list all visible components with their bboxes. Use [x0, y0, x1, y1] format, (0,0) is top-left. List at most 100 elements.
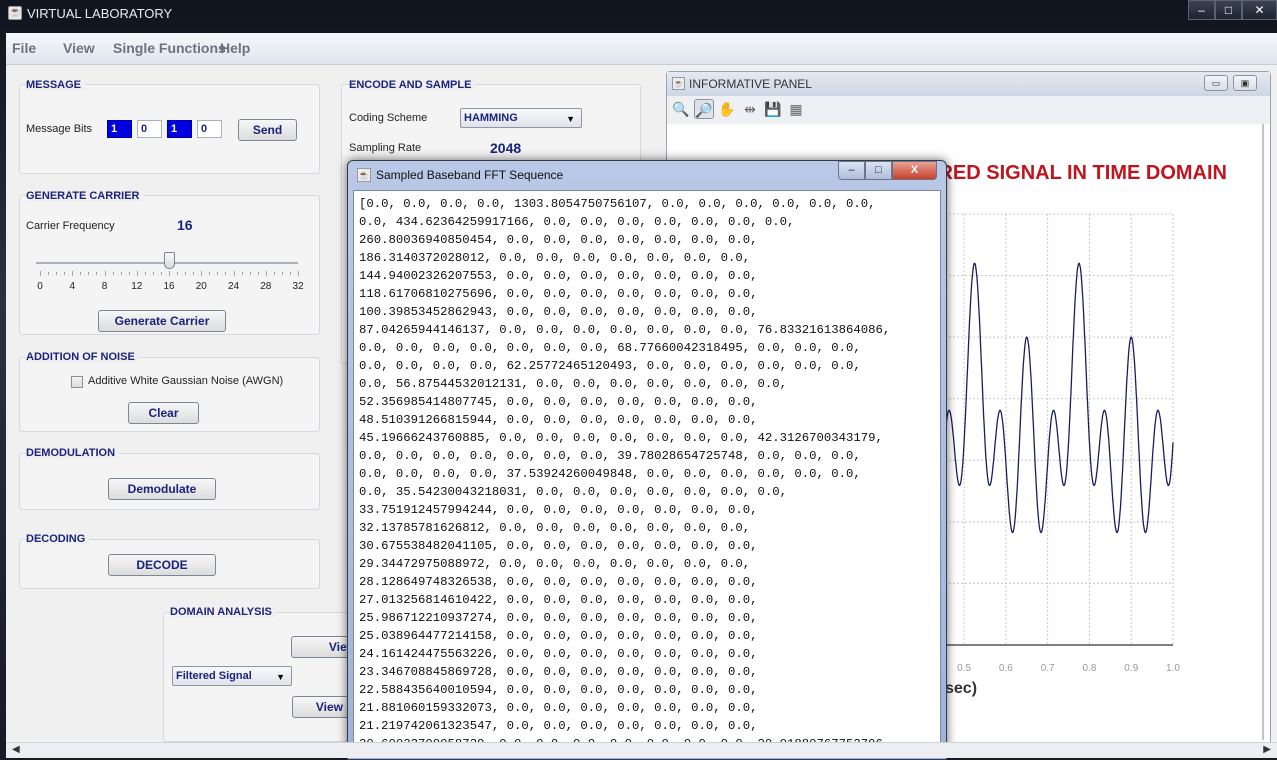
sampling-rate-value: 2048	[490, 140, 522, 156]
slider-tick	[120, 272, 122, 275]
dialog-maximize-button[interactable]: □	[865, 161, 892, 180]
menu-help[interactable]: Help	[220, 40, 250, 56]
slider-tick	[217, 272, 219, 275]
message-bit-field[interactable]: 1	[167, 120, 192, 138]
fft-text-line: 0.0, 35.54230043218031, 0.0, 0.0, 0.0, 0…	[359, 485, 788, 499]
fft-text-line: 23.346708845869728, 0.0, 0.0, 0.0, 0.0, …	[359, 665, 758, 679]
fft-text-line: 118.61706810275696, 0.0, 0.0, 0.0, 0.0, …	[359, 287, 758, 301]
fft-text-line: 87.04265944146137, 0.0, 0.0, 0.0, 0.0, 0…	[359, 323, 891, 337]
coding-scheme-select[interactable]: HAMMING ▼	[460, 108, 582, 128]
chevron-down-icon: ▼	[276, 672, 285, 682]
dialog-close-button[interactable]: X	[892, 161, 937, 180]
fft-text-line: 32.13785781626812, 0.0, 0.0, 0.0, 0.0, 0…	[359, 521, 751, 535]
clear-button[interactable]: Clear	[128, 402, 199, 424]
horizontal-scrollbar[interactable]: ◀ ▶	[6, 742, 1277, 758]
fft-text-line: 52.356985414807745, 0.0, 0.0, 0.0, 0.0, …	[359, 395, 758, 409]
slider-tick	[128, 272, 130, 275]
slider-tick	[201, 271, 203, 276]
menu-single-functions[interactable]: Single Functions	[113, 40, 226, 56]
coding-scheme-value: HAMMING	[464, 112, 518, 124]
fft-text-line: 0.0, 0.0, 0.0, 0.0, 37.53924260049848, 0…	[359, 467, 861, 481]
minimize-button[interactable]: –	[1188, 0, 1215, 20]
fft-sequence-dialog: ☕ Sampled Baseband FFT Sequence – □ X [0…	[347, 160, 947, 760]
fft-text-line: 0.0, 0.0, 0.0, 0.0, 0.0, 0.0, 0.0, 39.78…	[359, 449, 861, 463]
demodulate-button[interactable]: Demodulate	[108, 478, 216, 500]
fft-dialog-title: Sampled Baseband FFT Sequence	[376, 168, 564, 182]
slider-tick-label: 24	[227, 281, 240, 292]
slider-tick	[64, 272, 66, 275]
slider-tick-label: 8	[101, 281, 108, 292]
fft-text-line: 0.0, 0.0, 0.0, 0.0, 0.0, 0.0, 0.0, 68.77…	[359, 341, 861, 355]
close-button[interactable]: ✕	[1242, 0, 1277, 20]
awgn-checkbox[interactable]	[71, 376, 83, 388]
awgn-checkbox-label[interactable]: Additive White Gaussian Noise (AWGN)	[88, 375, 283, 387]
scroll-left-icon[interactable]: ◀	[12, 744, 20, 755]
maximize-button[interactable]: □	[1215, 0, 1242, 20]
slider-tick-label: 4	[69, 281, 76, 292]
message-bit-field[interactable]: 0	[137, 120, 162, 138]
x-tick-label: 0.9	[1124, 663, 1138, 674]
slider-tick	[265, 271, 267, 276]
slider-tick-label: 0	[37, 281, 43, 292]
slider-tick	[56, 272, 58, 275]
dialog-minimize-button[interactable]: –	[838, 161, 865, 180]
fft-text-line: 29.34472975088972, 0.0, 0.0, 0.0, 0.0, 0…	[359, 557, 751, 571]
carrier-frequency-slider-thumb[interactable]	[164, 252, 175, 269]
slider-tick	[80, 272, 82, 275]
signal-select[interactable]: Filtered Signal ▼	[172, 666, 292, 686]
fft-sequence-textarea[interactable]: [0.0, 0.0, 0.0, 0.0, 1303.8054750756107,…	[353, 190, 941, 756]
fft-text-line: 27.013256814610422, 0.0, 0.0, 0.0, 0.0, …	[359, 593, 758, 607]
fft-text-line: 21.881060159332073, 0.0, 0.0, 0.0, 0.0, …	[359, 701, 758, 715]
message-bit-field[interactable]: 1	[107, 120, 132, 138]
window-title: VIRTUAL LABORATORY	[27, 6, 173, 21]
fft-text-line: 28.128649748326538, 0.0, 0.0, 0.0, 0.0, …	[359, 575, 758, 589]
slider-tick	[88, 272, 90, 275]
fft-text-line: 25.986712210937274, 0.0, 0.0, 0.0, 0.0, …	[359, 611, 758, 625]
main-window: ☕ VIRTUAL LABORATORY – □ ✕ File View Sin…	[0, 0, 1277, 760]
fft-text-line: 24.161424475563226, 0.0, 0.0, 0.0, 0.0, …	[359, 647, 758, 661]
fft-text-line: 186.3140372028012, 0.0, 0.0, 0.0, 0.0, 0…	[359, 251, 751, 265]
fft-text-line: 30.675538482041105, 0.0, 0.0, 0.0, 0.0, …	[359, 539, 758, 553]
title-bar[interactable]: ☕ VIRTUAL LABORATORY – □ ✕	[0, 0, 1277, 30]
slider-tick	[169, 271, 170, 276]
x-tick-label: 1.0	[1166, 663, 1180, 674]
x-tick-label: 0.7	[1041, 663, 1055, 674]
fft-text-line: 48.510391266815944, 0.0, 0.0, 0.0, 0.0, …	[359, 413, 758, 427]
slider-tick	[281, 272, 283, 275]
message-title: MESSAGE	[26, 79, 86, 91]
menu-file[interactable]: File	[12, 40, 36, 56]
x-tick-label: 0.8	[1082, 663, 1096, 674]
slider-tick	[257, 272, 259, 275]
fft-text-line: 100.39853452862943, 0.0, 0.0, 0.0, 0.0, …	[359, 305, 758, 319]
fft-text-line: 0.0, 434.62364259917166, 0.0, 0.0, 0.0, …	[359, 215, 795, 229]
fft-text-line: 21.219742061323547, 0.0, 0.0, 0.0, 0.0, …	[359, 719, 758, 733]
decode-button[interactable]: DECODE	[108, 554, 216, 576]
slider-tick	[233, 271, 235, 276]
send-button[interactable]: Send	[238, 119, 297, 141]
fft-text-line: 0.0, 56.87544532012131, 0.0, 0.0, 0.0, 0…	[359, 377, 788, 391]
slider-tick	[160, 272, 162, 275]
decoding-title: DECODING	[26, 533, 90, 545]
scroll-right-icon[interactable]: ▶	[1263, 744, 1271, 755]
slider-tick	[48, 272, 50, 275]
fft-text-line: 144.94002326207553, 0.0, 0.0, 0.0, 0.0, …	[359, 269, 758, 283]
slider-tick	[289, 272, 291, 275]
slider-tick	[104, 271, 106, 276]
domain-analysis-title: DOMAIN ANALYSIS	[170, 606, 276, 618]
coding-scheme-label: Coding Scheme	[349, 112, 428, 124]
menu-bar: File View Single Functions Help	[6, 33, 1277, 65]
generate-carrier-button[interactable]: Generate Carrier	[98, 310, 226, 332]
slider-tick	[241, 272, 243, 275]
fft-text-line: 260.80036940850454, 0.0, 0.0, 0.0, 0.0, …	[359, 233, 758, 247]
x-tick-label: 0.5	[957, 663, 971, 674]
carrier-frequency-label: Carrier Frequency	[26, 220, 115, 232]
menu-view[interactable]: View	[63, 40, 95, 56]
message-bit-field[interactable]: 0	[197, 120, 222, 138]
slider-tick	[152, 272, 154, 275]
slider-tick	[112, 272, 114, 275]
sampling-rate-label: Sampling Rate	[349, 142, 422, 154]
fft-text-line: 0.0, 0.0, 0.0, 0.0, 62.25772465120493, 0…	[359, 359, 861, 373]
noise-title: ADDITION OF NOISE	[26, 351, 139, 363]
slider-tick	[249, 272, 251, 275]
signal-select-value: Filtered Signal	[176, 670, 252, 682]
